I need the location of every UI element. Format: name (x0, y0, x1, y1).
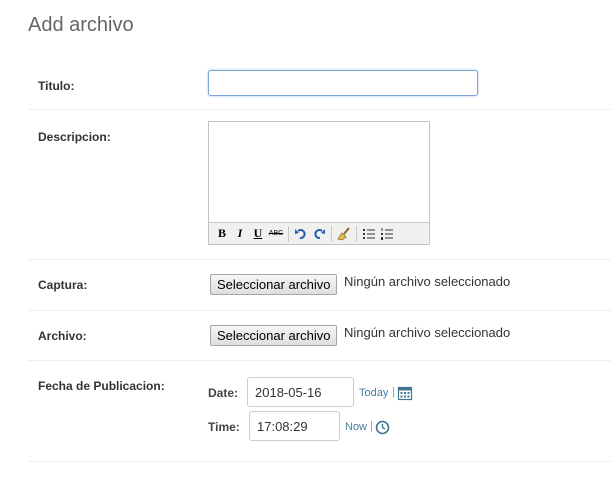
date-input[interactable] (247, 377, 354, 407)
now-link[interactable]: Now (345, 421, 367, 433)
date-label: Date: (208, 386, 239, 400)
toolbar-separator (288, 225, 289, 242)
form-row-archivo: Archivo: Seleccionar archivo Ningún arch… (28, 311, 611, 361)
captura-label: Captura: (38, 278, 88, 292)
bullet-list-icon[interactable] (360, 225, 378, 243)
descripcion-label: Descripcion: (38, 130, 111, 144)
archivo-file-button[interactable]: Seleccionar archivo (210, 325, 338, 346)
bold-icon[interactable]: B (213, 225, 231, 243)
titulo-label: Titulo: (38, 79, 75, 93)
calendar-icon[interactable] (397, 385, 413, 406)
form-row-captura: Captura: Seleccionar archivo Ningún arch… (28, 260, 611, 311)
form-row-fecha-publicacion: Fecha de Publicacion: Date: Today | Time… (28, 361, 611, 462)
form-row-titulo: Titulo: (28, 62, 611, 110)
underline-icon[interactable]: U (249, 225, 267, 243)
redo-icon[interactable] (310, 225, 328, 243)
archivo-label: Archivo: (38, 329, 87, 343)
form-row-descripcion: Descripcion: B I U ABC (28, 110, 611, 260)
today-link[interactable]: Today (359, 387, 388, 399)
separator: | (392, 386, 395, 398)
time-label: Time: (208, 420, 240, 434)
page-title: Add archivo (28, 14, 134, 36)
captura-file-button[interactable]: Seleccionar archivo (210, 274, 338, 295)
cleanup-icon[interactable] (335, 225, 353, 243)
descripcion-rich-text-editor: B I U ABC (208, 121, 430, 245)
archivo-file-status: Ningún archivo seleccionado (344, 325, 511, 340)
italic-icon[interactable]: I (231, 225, 249, 243)
descripcion-editor-area[interactable] (209, 122, 429, 223)
captura-file-status: Ningún archivo seleccionado (344, 274, 511, 289)
time-input[interactable] (249, 411, 340, 441)
titulo-input[interactable] (208, 70, 478, 96)
editor-toolbar: B I U ABC (209, 222, 429, 244)
separator: | (370, 420, 373, 432)
toolbar-separator (331, 225, 332, 242)
undo-icon[interactable] (292, 225, 310, 243)
strikethrough-icon[interactable]: ABC (267, 225, 285, 243)
clock-icon[interactable] (375, 420, 390, 440)
numbered-list-icon[interactable] (378, 225, 396, 243)
toolbar-separator (356, 225, 357, 242)
fecha-publicacion-label: Fecha de Publicacion: (38, 379, 165, 393)
